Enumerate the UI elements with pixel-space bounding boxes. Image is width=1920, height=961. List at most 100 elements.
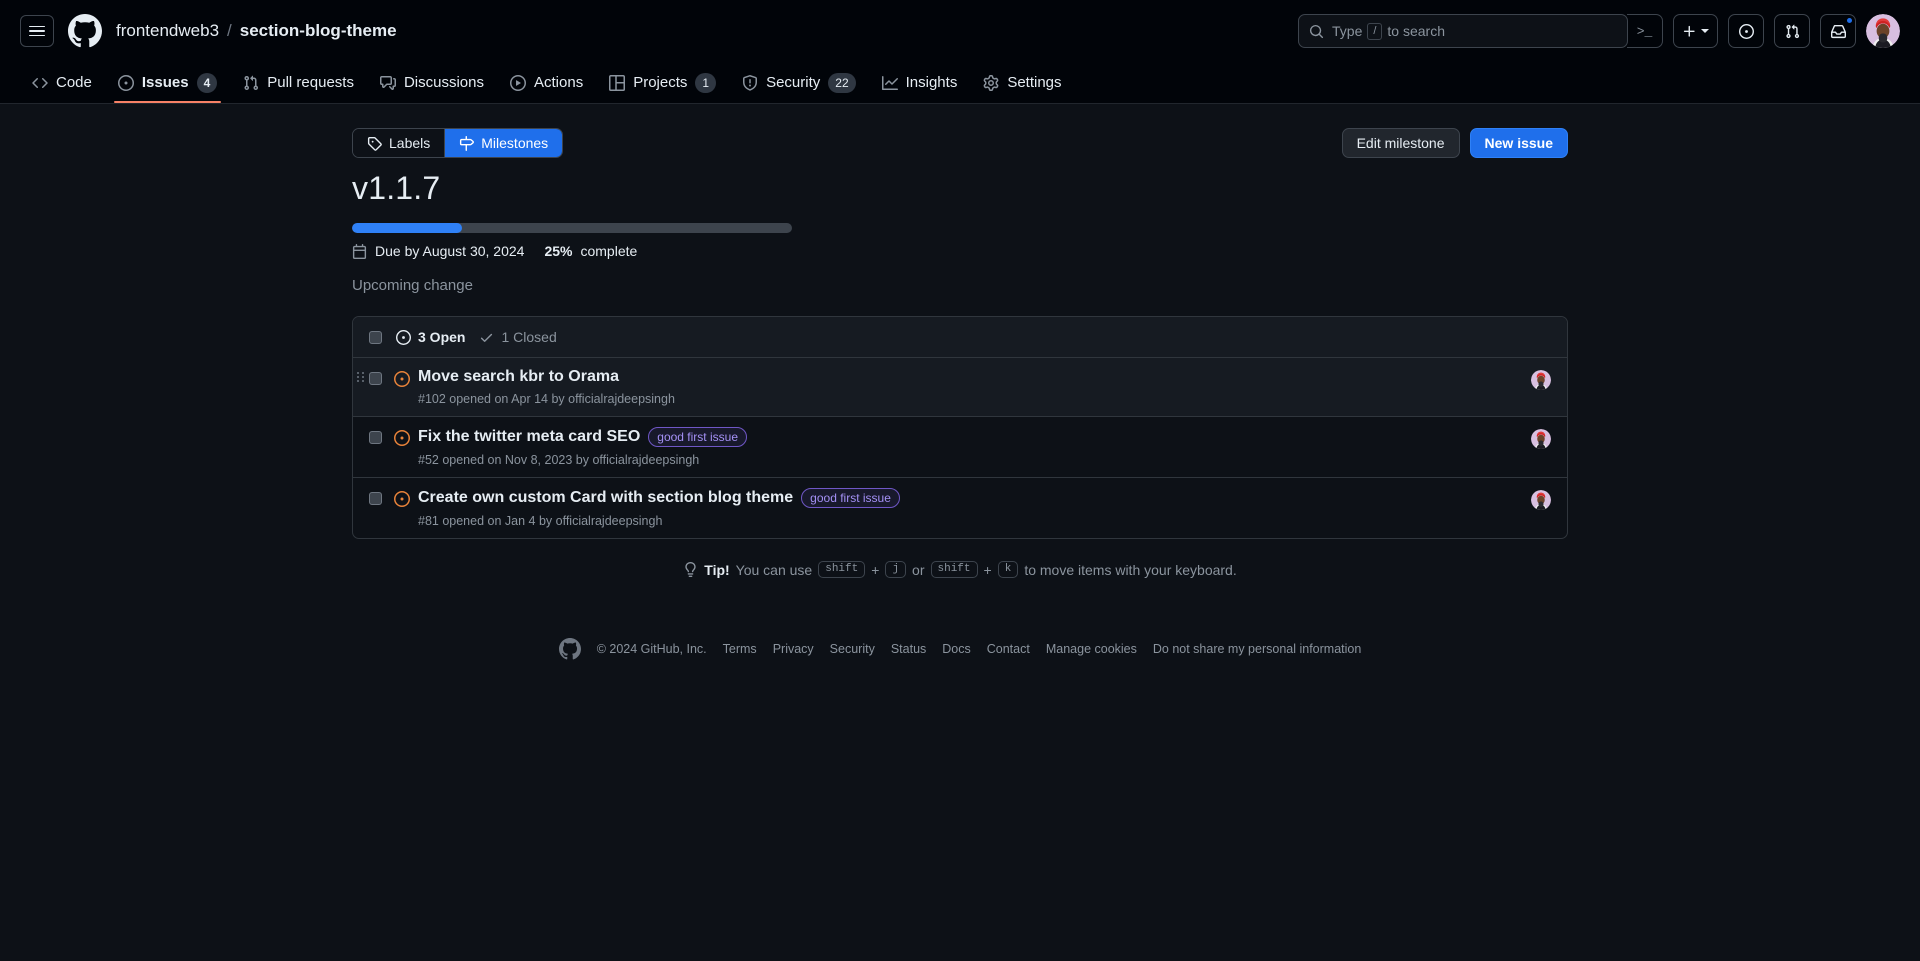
calendar-icon	[352, 243, 367, 259]
edit-milestone-button[interactable]: Edit milestone	[1341, 128, 1460, 158]
completion-status: 25% complete	[544, 243, 637, 259]
search-placeholder: Type / to search	[1332, 22, 1446, 40]
issue-title-link[interactable]: Fix the twitter meta card SEO	[418, 428, 640, 446]
repo-tab-issues[interactable]: Issues 4	[106, 62, 229, 103]
repo-tab-counter: 1	[695, 72, 717, 93]
issue-label[interactable]: good first issue	[648, 427, 747, 447]
github-logo-icon[interactable]	[68, 14, 102, 48]
repo-tab-label: Security	[766, 74, 821, 91]
tip-plus-2: +	[983, 561, 992, 578]
issue-title-link[interactable]: Move search kbr to Orama	[418, 368, 619, 386]
issue-checkbox[interactable]	[369, 492, 382, 505]
closed-count-label: 1 Closed	[501, 329, 557, 345]
repo-tab-insights[interactable]: Insights	[870, 62, 970, 103]
repo-tab-label: Insights	[905, 74, 958, 91]
select-all-checkbox[interactable]	[369, 330, 382, 344]
issue-checkbox[interactable]	[369, 372, 382, 385]
footer-link-docs[interactable]: Docs	[942, 642, 970, 656]
repo-tab-counter: 4	[196, 72, 218, 93]
notifications-button[interactable]	[1820, 14, 1856, 48]
search-placeholder-suffix: to search	[1387, 23, 1446, 39]
issue-content: Move search kbr to Orama #102 opened on …	[418, 368, 1531, 406]
repo-tab-settings[interactable]: Settings	[971, 62, 1073, 103]
tab-milestones[interactable]: Milestones	[444, 129, 563, 157]
chevron-down-icon	[1701, 29, 1709, 33]
footer-link-status[interactable]: Status	[891, 642, 926, 656]
kbd-k: k	[997, 561, 1019, 578]
issue-checkbox[interactable]	[369, 431, 382, 444]
keyboard-tip: Tip! You can use shift + j or shift + k …	[352, 561, 1568, 578]
repo-tab-discussions[interactable]: Discussions	[368, 62, 496, 103]
breadcrumb-owner[interactable]: frontendweb3	[116, 21, 219, 41]
milestone-actions: Edit milestone New issue	[1341, 128, 1568, 158]
footer-link-do-not-share[interactable]: Do not share my personal information	[1153, 642, 1361, 656]
drag-handle-icon[interactable]	[357, 372, 367, 382]
footer-copyright: © 2024 GitHub, Inc.	[596, 642, 707, 656]
tip-plus-1: +	[871, 561, 880, 578]
issue-assignee-avatar[interactable]	[1531, 370, 1551, 390]
avatar-image	[1866, 14, 1900, 48]
issue-label[interactable]: good first issue	[801, 488, 900, 508]
issue-title-link[interactable]: Create own custom Card with section blog…	[418, 489, 793, 507]
content-container: Labels Milestones Edit milestone New iss…	[352, 128, 1568, 690]
milestone-description: Upcoming change	[352, 277, 473, 294]
issue-opened-icon	[396, 329, 411, 345]
command-palette-button[interactable]: >_	[1627, 14, 1663, 48]
footer-link-manage-cookies[interactable]: Manage cookies	[1046, 642, 1137, 656]
tip-text-2: to move items with your keyboard.	[1024, 561, 1237, 578]
drag-dot	[362, 380, 364, 382]
hamburger-menu-button[interactable]	[20, 15, 54, 47]
tab-labels-label: Labels	[389, 135, 431, 151]
drag-dot	[357, 380, 359, 382]
due-date: Due by August 30, 2024	[352, 243, 524, 259]
your-pull-requests-button[interactable]	[1774, 14, 1810, 48]
check-icon	[481, 333, 493, 342]
breadcrumb-repo[interactable]: section-blog-theme	[240, 21, 397, 41]
tab-labels[interactable]: Labels	[353, 129, 445, 157]
repo-tab-label: Projects	[633, 74, 688, 91]
repo-tab-security[interactable]: Security 22	[730, 62, 868, 103]
graph-icon	[881, 75, 898, 90]
issue-row[interactable]: Create own custom Card with section blog…	[353, 478, 1567, 538]
issue-row[interactable]: Fix the twitter meta card SEO good first…	[353, 417, 1567, 478]
drag-dot	[362, 376, 364, 378]
issue-content: Create own custom Card with section blog…	[418, 488, 1531, 528]
user-avatar[interactable]	[1866, 14, 1900, 48]
github-logo-icon[interactable]	[558, 638, 581, 660]
avatar-image	[1531, 490, 1551, 510]
issues-list-header: 3 Open 1 Closed	[353, 317, 1567, 358]
repo-tab-actions[interactable]: Actions	[498, 62, 595, 103]
issue-row[interactable]: Move search kbr to Orama #102 opened on …	[353, 358, 1567, 417]
issue-opened-icon	[1738, 23, 1754, 39]
issue-assignee-avatar[interactable]	[1531, 490, 1551, 510]
repo-tab-pull-requests[interactable]: Pull requests	[231, 62, 366, 103]
footer-link-security[interactable]: Security	[830, 642, 875, 656]
avatar-image	[1531, 370, 1551, 390]
repo-tab-label: Discussions	[403, 74, 484, 91]
gear-icon	[983, 74, 999, 91]
filter-closed-issues[interactable]: 1 Closed	[479, 329, 557, 345]
footer-link-terms[interactable]: Terms	[723, 642, 757, 656]
tip-prefix: Tip!	[704, 561, 730, 578]
comment-discussion-icon	[379, 75, 396, 90]
repo-tab-projects[interactable]: Projects 1	[597, 62, 728, 103]
shield-icon	[743, 74, 758, 91]
search-input[interactable]: Type / to search	[1298, 14, 1628, 48]
create-new-button[interactable]	[1673, 14, 1718, 48]
milestone-subnav: Labels Milestones Edit milestone New iss…	[352, 128, 1568, 158]
footer-link-privacy[interactable]: Privacy	[773, 642, 814, 656]
footer-link-contact[interactable]: Contact	[987, 642, 1030, 656]
issue-metadata: #52 opened on Nov 8, 2023 by officialraj…	[418, 453, 700, 467]
play-icon	[510, 74, 526, 91]
repo-tab-code[interactable]: Code	[20, 62, 104, 103]
kbd-shift-2: shift	[930, 561, 978, 578]
issue-assignee-avatar[interactable]	[1531, 429, 1551, 449]
filter-open-issues[interactable]: 3 Open	[396, 329, 465, 345]
light-bulb-icon	[685, 562, 696, 577]
search-icon	[1309, 24, 1324, 38]
new-issue-button[interactable]: New issue	[1469, 128, 1568, 158]
repo-tab-label: Actions	[534, 74, 584, 91]
issue-title-line: Fix the twitter meta card SEO good first…	[418, 427, 1531, 447]
breadcrumb-separator: /	[227, 21, 232, 40]
your-issues-button[interactable]	[1728, 14, 1764, 48]
